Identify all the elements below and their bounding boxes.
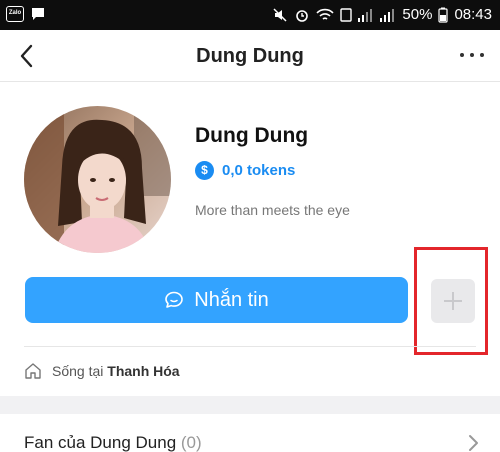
sim-icon — [340, 8, 353, 22]
chat-bubble-icon — [165, 291, 184, 308]
token-balance[interactable]: $ 0,0 tokens — [195, 161, 295, 180]
divider — [24, 346, 476, 347]
fans-label: Fan của Dung Dung (0) — [24, 433, 202, 452]
location-city: Thanh Hóa — [107, 363, 180, 379]
section-separator — [0, 396, 500, 414]
profile-name: Dung Dung — [195, 124, 309, 147]
message-button-label: Nhắn tin — [194, 288, 269, 311]
page-title: Dung Dung — [196, 45, 304, 67]
more-options-button[interactable] — [460, 50, 490, 60]
location-text: Sống tại Thanh Hóa — [52, 363, 180, 379]
battery-icon — [438, 7, 449, 23]
signal-icon-1 — [358, 9, 373, 22]
zalo-notification-icon: Zalo — [6, 6, 24, 22]
fans-count: (0) — [180, 433, 202, 452]
chevron-right-icon — [469, 435, 478, 451]
mute-icon — [273, 8, 287, 22]
profile-bio: More than meets the eye — [195, 202, 350, 218]
alarm-icon — [296, 10, 309, 22]
status-bar: Zalo 50% 08:43 — [0, 0, 500, 30]
location-info: Sống tại Thanh Hóa — [24, 362, 180, 380]
token-amount: 0,0 tokens — [222, 162, 296, 179]
status-bar-left: Zalo — [6, 6, 46, 22]
battery-percent: 50% — [402, 6, 433, 23]
status-bar-right: 50% 08:43 — [272, 6, 492, 24]
top-app-bar: Dung Dung — [0, 30, 500, 82]
fans-list-row[interactable]: Fan của Dung Dung (0) — [0, 414, 500, 452]
profile-avatar[interactable] — [24, 106, 171, 253]
more-dots-icon — [460, 53, 464, 57]
fans-label-text: Fan của Dung Dung — [24, 433, 177, 452]
avatar-photo — [24, 106, 171, 253]
wifi-icon — [316, 8, 335, 20]
more-dot — [480, 53, 484, 57]
token-coin-icon: $ — [195, 161, 214, 180]
more-dot — [470, 53, 474, 57]
location-prefix: Sống tại — [52, 363, 104, 379]
add-friend-button[interactable] — [431, 279, 475, 323]
home-icon — [25, 363, 41, 379]
message-notification-icon — [32, 8, 44, 20]
clock: 08:43 — [454, 6, 492, 23]
signal-icon-2 — [380, 9, 395, 22]
message-button[interactable]: Nhắn tin — [25, 277, 408, 323]
